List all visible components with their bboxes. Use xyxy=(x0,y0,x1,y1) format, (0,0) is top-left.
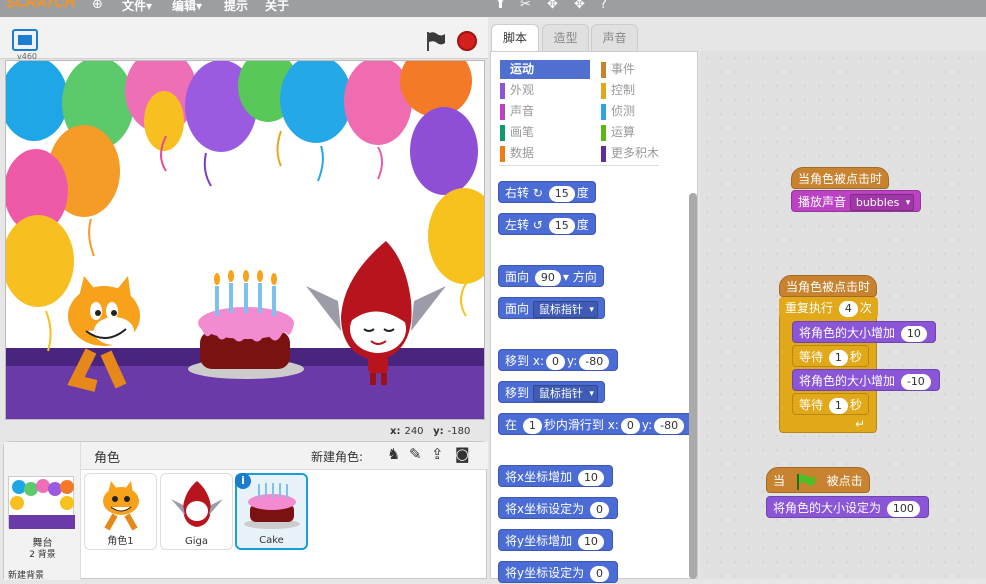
palette-scrollbar[interactable] xyxy=(689,193,697,579)
block-palette: 运动 外观 声音 画笔 数据 事件 控制 侦测 运算 更多积木 右转 ↻ 15 度… xyxy=(490,51,698,583)
x-coord-label: x: xyxy=(390,426,401,437)
stage-selector[interactable]: 舞台 2 背景 新建背景 xyxy=(4,442,81,581)
block-glide[interactable]: 在 1 秒内滑行到 x: 0 y: -80 xyxy=(498,413,694,435)
rotate-left-icon: ↺ xyxy=(532,218,543,232)
block-change-size[interactable]: 将角色的大小增加 -10 xyxy=(792,369,940,391)
category-data[interactable]: 数据 xyxy=(500,144,590,163)
script-area[interactable]: 当角色被点击时 播放声音 bubbles 当角色被点击时 重复执行 4次 ↵ 将… xyxy=(700,51,986,579)
grow-icon[interactable]: ✥ xyxy=(547,0,558,12)
y-coord-value: -180 xyxy=(447,426,471,437)
category-control[interactable]: 控制 xyxy=(601,81,691,100)
new-sprite-label: 新建角色: xyxy=(311,450,364,464)
rotate-right-icon: ↻ xyxy=(532,186,543,200)
block-point-in-direction[interactable]: 面向 90 ▾ 方向 xyxy=(498,265,604,287)
sprite-name: Cake xyxy=(259,535,284,546)
block-go-to-xy[interactable]: 移到 x: 0 y: -80 xyxy=(498,349,619,371)
category-events[interactable]: 事件 xyxy=(601,60,691,79)
sprite-name: Giga xyxy=(184,536,208,547)
stage-panel: v460 xyxy=(0,17,488,427)
camera-icon[interactable]: ◙ xyxy=(455,445,470,463)
tab-costumes[interactable]: 造型 xyxy=(542,24,589,52)
category-sensing[interactable]: 侦测 xyxy=(601,102,691,121)
hat-when-sprite-clicked[interactable]: 当角色被点击时 xyxy=(779,275,878,297)
menu-edit[interactable]: 编辑▾ xyxy=(172,0,202,14)
sprite-tile-cat[interactable]: 角色1 xyxy=(84,473,157,550)
loop-arrow-icon: ↵ xyxy=(855,417,866,431)
sprite-name: 角色1 xyxy=(107,536,134,547)
stage-thumbnail[interactable] xyxy=(8,476,75,529)
block-set-size[interactable]: 将角色的大小设定为 100 xyxy=(766,496,929,518)
block-set-y[interactable]: 将y坐标设定为 0 xyxy=(498,561,618,583)
menu-bar: SCRATCH ⊕ 文件▾ 编辑▾ 提示 关于 ⬆ ✂ ✥ ✥ ? xyxy=(0,0,986,17)
stage-canvas[interactable] xyxy=(5,60,485,420)
block-turn-left[interactable]: 左转 ↺ 15 度 xyxy=(498,213,596,235)
paint-brush-icon[interactable]: ✎ xyxy=(409,445,422,463)
block-wait[interactable]: 等待 1秒 xyxy=(792,345,869,367)
category-pen[interactable]: 画笔 xyxy=(500,123,590,142)
category-motion[interactable]: 运动 xyxy=(500,60,590,79)
category-sound[interactable]: 声音 xyxy=(500,102,590,121)
sprites-title: 角色 xyxy=(94,451,121,466)
block-change-size[interactable]: 将角色的大小增加 10 xyxy=(792,321,936,343)
block-wait[interactable]: 等待 1秒 xyxy=(792,393,869,415)
menu-tips[interactable]: 提示 xyxy=(224,0,248,14)
tab-scripts[interactable]: 脚本 xyxy=(491,24,539,53)
block-play-sound[interactable]: 播放声音 bubbles xyxy=(791,190,922,212)
stage-header: v460 xyxy=(0,17,488,61)
block-change-y[interactable]: 将y坐标增加 10 xyxy=(498,529,613,551)
upload-icon[interactable]: ⇪ xyxy=(431,445,444,463)
block-change-x[interactable]: 将x坐标增加 10 xyxy=(498,465,613,487)
menu-file[interactable]: 文件▾ xyxy=(122,0,152,14)
globe-icon[interactable]: ⊕ xyxy=(92,0,103,12)
category-more-blocks[interactable]: 更多积木 xyxy=(601,144,691,163)
category-looks[interactable]: 外观 xyxy=(500,81,590,100)
choose-sprite-icon[interactable]: ♞ xyxy=(387,445,400,463)
duplicate-icon[interactable]: ⬆ xyxy=(495,0,506,12)
repeat-header: 重复执行 4次 xyxy=(779,297,878,319)
info-icon[interactable]: i xyxy=(235,473,251,489)
block-turn-right[interactable]: 右转 ↻ 15 度 xyxy=(498,181,596,203)
hat-when-flag-clicked[interactable]: 当 被点击 xyxy=(766,467,870,493)
help-icon[interactable]: ? xyxy=(600,0,607,12)
presentation-mode-icon[interactable] xyxy=(12,29,38,51)
green-flag-icon[interactable] xyxy=(424,30,446,52)
block-go-to[interactable]: 移到 鼠标指针 xyxy=(498,381,605,403)
backdrop-count: 2 背景 xyxy=(29,550,56,560)
new-backdrop-label: 新建背景 xyxy=(8,571,45,581)
stop-icon[interactable] xyxy=(457,31,477,51)
sprite-pane: 舞台 2 背景 新建背景 角色 新建角色: ♞ ✎ ⇪ ◙ 角色1 Giga i xyxy=(3,441,488,581)
delete-icon[interactable]: ✂ xyxy=(520,0,531,12)
tab-sounds[interactable]: 声音 xyxy=(591,24,638,52)
shrink-icon[interactable]: ✥ xyxy=(574,0,585,12)
sprite-tile-cake[interactable]: i Cake xyxy=(235,473,308,550)
mouse-coordinates: x: 240 y: -180 xyxy=(390,426,470,437)
menu-about[interactable]: 关于 xyxy=(265,0,289,14)
x-coord-value: 240 xyxy=(404,426,424,437)
block-set-x[interactable]: 将x坐标设定为 0 xyxy=(498,497,618,519)
category-operators[interactable]: 运算 xyxy=(601,123,691,142)
green-flag-icon xyxy=(796,473,815,490)
editor-tabs: 脚本 造型 声音 xyxy=(490,22,986,53)
scratch-logo[interactable]: SCRATCH xyxy=(6,0,75,11)
sprite-tile-giga[interactable]: Giga xyxy=(160,473,233,550)
sprite-pane-header: 角色 新建角色: ♞ ✎ ⇪ ◙ xyxy=(81,442,488,470)
hat-when-sprite-clicked[interactable]: 当角色被点击时 xyxy=(791,167,890,189)
y-coord-label: y: xyxy=(433,426,444,437)
block-point-towards[interactable]: 面向 鼠标指针 xyxy=(498,297,605,319)
